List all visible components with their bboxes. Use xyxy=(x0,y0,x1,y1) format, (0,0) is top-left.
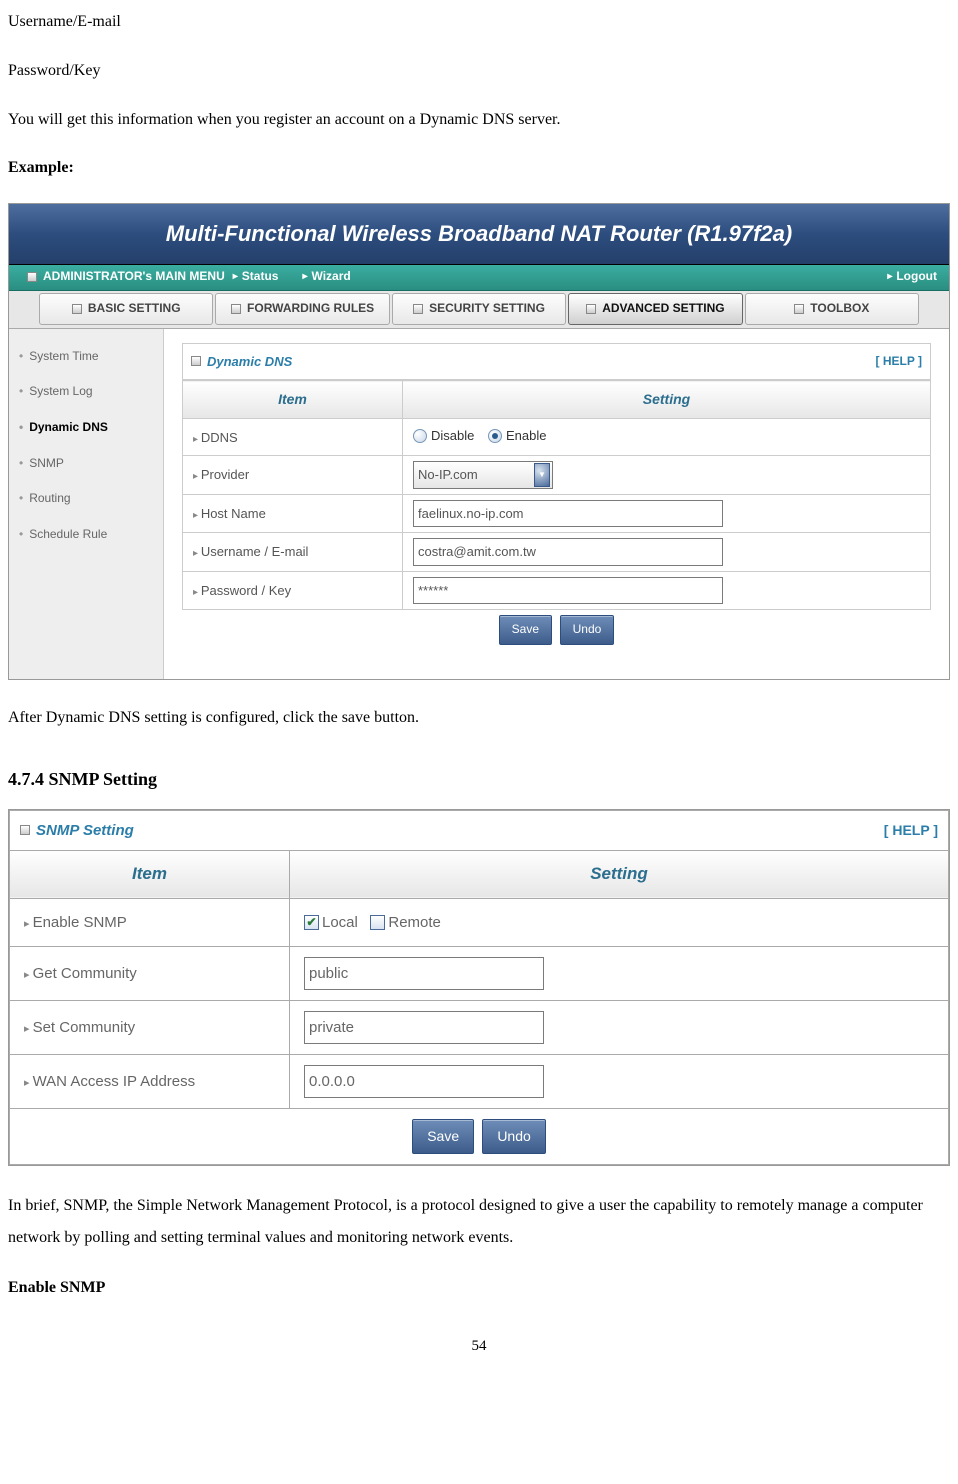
panel-header: Dynamic DNS [ HELP ] xyxy=(182,343,931,380)
square-icon xyxy=(794,304,804,314)
ddns-form-table: Item Setting DDNS Disable Enable Provide… xyxy=(182,380,931,649)
save-button[interactable]: Save xyxy=(412,1119,474,1154)
username-input[interactable]: costra@amit.com.tw xyxy=(413,538,723,565)
sidebar-item-dynamic-dns[interactable]: Dynamic DNS xyxy=(9,410,163,446)
menu-status[interactable]: Status xyxy=(233,266,279,288)
set-community-input[interactable]: private xyxy=(304,1011,544,1044)
ddns-row-provider-label: Provider xyxy=(183,456,403,494)
settings-tabbar: BASIC SETTING FORWARDING RULES SECURITY … xyxy=(9,291,949,329)
snmp-get-label: Get Community xyxy=(10,946,290,1000)
example-label: Example: xyxy=(8,154,950,183)
snmp-button-row: Save Undo xyxy=(10,1108,949,1164)
snmp-col-item: Item xyxy=(10,850,290,898)
sidebar-item-system-log[interactable]: System Log xyxy=(9,374,163,410)
snmp-title: SNMP Setting xyxy=(36,817,134,844)
undo-button[interactable]: Undo xyxy=(482,1119,545,1154)
square-icon xyxy=(586,304,596,314)
dropdown-arrow-icon: ▼ xyxy=(534,463,550,486)
provider-value: No-IP.com xyxy=(418,467,478,482)
ddns-row-ddns-setting: Disable Enable xyxy=(403,419,931,456)
local-checkbox[interactable] xyxy=(304,915,319,930)
square-icon xyxy=(27,272,37,282)
save-button[interactable]: Save xyxy=(499,615,552,645)
sidebar-item-system-time[interactable]: System Time xyxy=(9,339,163,375)
wan-ip-input[interactable]: 0.0.0.0 xyxy=(304,1065,544,1098)
snmp-col-setting: Setting xyxy=(290,850,949,898)
password-input[interactable]: ****** xyxy=(413,577,723,604)
undo-button[interactable]: Undo xyxy=(560,615,615,645)
tab-advanced-setting[interactable]: ADVANCED SETTING xyxy=(568,293,742,325)
ddns-row-hostname-label: Host Name xyxy=(183,494,403,532)
snmp-description: In brief, SNMP, the Simple Network Manag… xyxy=(8,1190,950,1254)
admin-main-menu-label: ADMINISTRATOR's MAIN MENU xyxy=(43,266,225,288)
admin-main-menu[interactable]: ADMINISTRATOR's MAIN MENU xyxy=(9,266,225,288)
snmp-enable-setting: Local Remote xyxy=(290,898,949,946)
square-icon xyxy=(413,304,423,314)
local-label: Local xyxy=(322,914,358,931)
admin-menubar: ADMINISTRATOR's MAIN MENU Status Wizard … xyxy=(9,265,949,291)
ddns-button-row: Save Undo xyxy=(183,610,931,650)
page-number: 54 xyxy=(8,1333,950,1360)
square-icon xyxy=(20,825,30,835)
ddns-row-provider-setting: No-IP.com ▼ xyxy=(403,456,931,494)
remote-checkbox[interactable] xyxy=(370,915,385,930)
ddns-enable-radio[interactable]: Enable xyxy=(488,424,546,447)
text-username-email: Username/E-mail xyxy=(8,8,950,37)
tab-forwarding-rules[interactable]: FORWARDING RULES xyxy=(215,293,389,325)
main-panel: Dynamic DNS [ HELP ] Item Setting DDNS D… xyxy=(164,329,949,679)
sidebar-item-routing[interactable]: Routing xyxy=(9,481,163,517)
tab-forwarding-label: FORWARDING RULES xyxy=(247,298,374,320)
snmp-set-label: Set Community xyxy=(10,1000,290,1054)
menu-wizard[interactable]: Wizard xyxy=(302,266,350,288)
ddns-disable-label: Disable xyxy=(431,424,474,447)
tab-toolbox-label: TOOLBOX xyxy=(810,298,869,320)
square-icon xyxy=(231,304,241,314)
square-icon xyxy=(191,356,201,366)
square-icon xyxy=(72,304,82,314)
hostname-input[interactable]: faelinux.no-ip.com xyxy=(413,500,723,527)
tab-basic-label: BASIC SETTING xyxy=(88,298,181,320)
tab-security-label: SECURITY SETTING xyxy=(429,298,545,320)
ddns-col-item: Item xyxy=(183,381,403,419)
sidebar: System Time System Log Dynamic DNS SNMP … xyxy=(9,329,164,679)
get-community-input[interactable]: public xyxy=(304,957,544,990)
tab-basic-setting[interactable]: BASIC SETTING xyxy=(39,293,213,325)
router-screenshot: Multi-Functional Wireless Broadband NAT … xyxy=(8,203,950,680)
snmp-panel-header: SNMP Setting [ HELP ] xyxy=(20,817,938,844)
text-password-key: Password/Key xyxy=(8,57,950,86)
tab-advanced-label: ADVANCED SETTING xyxy=(602,298,724,320)
ddns-row-password-label: Password / Key xyxy=(183,571,403,609)
enable-snmp-heading: Enable SNMP xyxy=(8,1274,950,1303)
snmp-enable-label: Enable SNMP xyxy=(10,898,290,946)
snmp-screenshot: SNMP Setting [ HELP ] Item Setting Enabl… xyxy=(8,809,950,1166)
text-after-ddns: After Dynamic DNS setting is configured,… xyxy=(8,704,950,733)
text-register-info: You will get this information when you r… xyxy=(8,106,950,135)
radio-icon xyxy=(413,429,427,443)
help-link[interactable]: [ HELP ] xyxy=(876,351,922,373)
tab-security-setting[interactable]: SECURITY SETTING xyxy=(392,293,566,325)
radio-icon xyxy=(488,429,502,443)
menu-logout[interactable]: Logout xyxy=(887,266,937,288)
ddns-col-setting: Setting xyxy=(403,381,931,419)
ddns-row-ddns-label: DDNS xyxy=(183,419,403,456)
router-page-title: Multi-Functional Wireless Broadband NAT … xyxy=(9,204,949,265)
ddns-row-username-label: Username / E-mail xyxy=(183,533,403,571)
provider-select[interactable]: No-IP.com ▼ xyxy=(413,461,553,488)
remote-label: Remote xyxy=(388,914,441,931)
tab-toolbox[interactable]: TOOLBOX xyxy=(745,293,919,325)
sidebar-item-snmp[interactable]: SNMP xyxy=(9,446,163,482)
ddns-enable-label: Enable xyxy=(506,424,546,447)
panel-title: Dynamic DNS xyxy=(207,350,292,373)
snmp-wan-label: WAN Access IP Address xyxy=(10,1054,290,1108)
section-heading-snmp: 4.7.4 SNMP Setting xyxy=(8,763,950,795)
ddns-disable-radio[interactable]: Disable xyxy=(413,424,474,447)
sidebar-item-schedule-rule[interactable]: Schedule Rule xyxy=(9,517,163,553)
help-link[interactable]: [ HELP ] xyxy=(884,818,938,843)
